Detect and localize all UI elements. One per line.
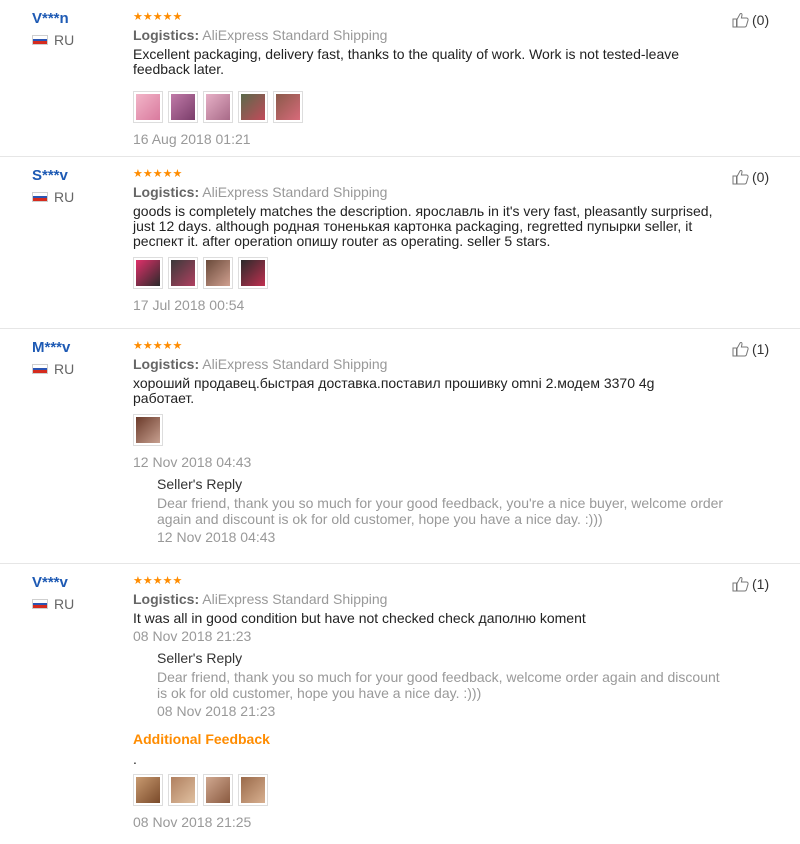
helpful-button[interactable]: (0)	[732, 169, 769, 185]
review-photo[interactable]	[238, 257, 268, 289]
seller-reply-date: 08 Nov 2018 21:23	[157, 703, 276, 719]
star-rating: ★★★★★	[133, 11, 183, 23]
helpful-button[interactable]: (0)	[732, 12, 769, 28]
review-body: ★★★★★ Logistics: AliExpress Standard Shi…	[133, 169, 733, 313]
logistics-line: Logistics: AliExpress Standard Shipping	[133, 356, 733, 373]
review-photos	[133, 414, 733, 446]
review-text: Excellent packaging, delivery fast, than…	[133, 46, 680, 77]
review-photo[interactable]	[203, 91, 233, 123]
logistics-label: Logistics:	[133, 356, 200, 372]
review-item: V***v RU ★★★★★ Logistics: AliExpress Sta…	[0, 564, 800, 844]
review-item: S***v RU ★★★★★ Logistics: AliExpress Sta…	[0, 157, 800, 329]
helpful-button[interactable]: (1)	[732, 341, 769, 357]
review-date: 16 Aug 2018 01:21	[133, 131, 251, 147]
russia-flag-icon	[32, 364, 48, 374]
additional-photo[interactable]	[168, 774, 198, 806]
helpful-count: (0)	[752, 169, 770, 185]
review-photo[interactable]	[133, 414, 163, 446]
reviewer-info: V***n RU	[32, 10, 74, 48]
star-rating: ★★★★★	[133, 340, 183, 352]
additional-feedback-title: Additional Feedback	[133, 731, 270, 747]
russia-flag-icon	[32, 192, 48, 202]
logistics-label: Logistics:	[133, 184, 200, 200]
thumbs-up-icon	[732, 170, 749, 185]
logistics-label: Logistics:	[133, 591, 200, 607]
reviewer-info: S***v RU	[32, 167, 74, 205]
thumbs-up-icon	[732, 342, 749, 357]
country-code: RU	[54, 361, 75, 377]
country-code: RU	[54, 32, 75, 48]
review-body: ★★★★★ Logistics: AliExpress Standard Shi…	[133, 341, 733, 545]
reviewer-info: M***v RU	[32, 339, 74, 377]
additional-photos	[133, 774, 733, 806]
review-photo[interactable]	[238, 91, 268, 123]
review-photo[interactable]	[203, 257, 233, 289]
logistics-value: AliExpress Standard Shipping	[202, 591, 388, 607]
star-rating: ★★★★★	[133, 168, 183, 180]
logistics-value: AliExpress Standard Shipping	[202, 356, 388, 372]
review-photos	[133, 257, 733, 289]
star-rating: ★★★★★	[133, 575, 183, 587]
additional-feedback-text: .	[133, 751, 137, 767]
russia-flag-icon	[32, 35, 48, 45]
review-photo[interactable]	[168, 91, 198, 123]
logistics-line: Logistics: AliExpress Standard Shipping	[133, 591, 733, 608]
review-item: M***v RU ★★★★★ Logistics: AliExpress Sta…	[0, 329, 800, 564]
review-date: 12 Nov 2018 04:43	[133, 454, 252, 470]
logistics-value: AliExpress Standard Shipping	[202, 184, 388, 200]
additional-feedback-date: 08 Nov 2018 21:25	[133, 814, 252, 830]
reviewer-country: RU	[32, 32, 74, 48]
logistics-label: Logistics:	[133, 27, 200, 43]
helpful-button[interactable]: (1)	[732, 576, 769, 592]
review-text: It was all in good condition but have no…	[133, 610, 586, 626]
review-photo[interactable]	[133, 91, 163, 123]
review-photo[interactable]	[168, 257, 198, 289]
helpful-count: (1)	[752, 341, 770, 357]
helpful-count: (0)	[752, 12, 770, 28]
review-photos	[133, 91, 733, 123]
helpful-count: (1)	[752, 576, 770, 592]
reviewer-info: V***v RU	[32, 574, 74, 612]
review-body: ★★★★★ Logistics: AliExpress Standard Shi…	[133, 576, 733, 830]
country-code: RU	[54, 596, 75, 612]
country-code: RU	[54, 189, 75, 205]
additional-photo[interactable]	[203, 774, 233, 806]
seller-reply: Seller's Reply Dear friend, thank you so…	[157, 476, 733, 545]
review-photo[interactable]	[273, 91, 303, 123]
reviewer-name: S***v	[32, 167, 68, 184]
reviewer-country: RU	[32, 596, 74, 612]
seller-reply: Seller's Reply Dear friend, thank you so…	[157, 650, 733, 719]
reviewer-country: RU	[32, 361, 74, 377]
logistics-value: AliExpress Standard Shipping	[202, 27, 388, 43]
reviewer-name: M***v	[32, 339, 71, 356]
russia-flag-icon	[32, 599, 48, 609]
reviewer-name: V***n	[32, 10, 69, 27]
review-date: 08 Nov 2018 21:23	[133, 628, 252, 644]
logistics-line: Logistics: AliExpress Standard Shipping	[133, 27, 733, 44]
additional-photo[interactable]	[133, 774, 163, 806]
review-text: хороший продавец.быстрая доставка.постав…	[133, 375, 655, 406]
thumbs-up-icon	[732, 13, 749, 28]
seller-reply-text: Dear friend, thank you so much for your …	[157, 495, 724, 527]
feedback-list: V***n RU ★★★★★ Logistics: AliExpress Sta…	[0, 0, 800, 844]
reviewer-country: RU	[32, 189, 74, 205]
seller-reply-date: 12 Nov 2018 04:43	[157, 529, 276, 545]
review-item: V***n RU ★★★★★ Logistics: AliExpress Sta…	[0, 0, 800, 157]
seller-reply-title: Seller's Reply	[157, 650, 243, 666]
seller-reply-title: Seller's Reply	[157, 476, 243, 492]
additional-photo[interactable]	[238, 774, 268, 806]
review-photo[interactable]	[133, 257, 163, 289]
seller-reply-text: Dear friend, thank you so much for your …	[157, 669, 720, 701]
logistics-line: Logistics: AliExpress Standard Shipping	[133, 184, 733, 201]
thumbs-up-icon	[732, 577, 749, 592]
reviewer-name: V***v	[32, 574, 68, 591]
review-date: 17 Jul 2018 00:54	[133, 297, 245, 313]
review-text: goods is completely matches the descript…	[133, 203, 713, 249]
review-body: ★★★★★ Logistics: AliExpress Standard Shi…	[133, 12, 733, 147]
